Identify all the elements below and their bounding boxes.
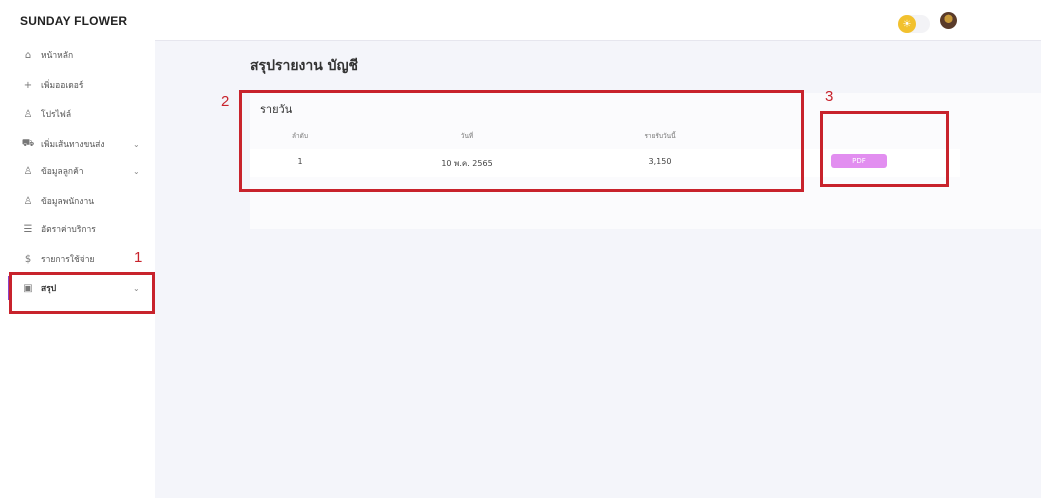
sidebar-item-add-order[interactable]: + เพิ่มออเดอร์	[0, 72, 155, 98]
sidebar-item-service-rates[interactable]: ☰ อัตราค่าบริการ	[0, 216, 155, 242]
annotation-box-2	[239, 90, 804, 192]
brand-logo: SUNDAY FLOWER	[20, 14, 128, 28]
sidebar-item-label: ข้อมูลลูกค้า	[41, 167, 84, 177]
annotation-box-1	[9, 272, 155, 314]
sidebar-item-label: โปรไฟล์	[41, 110, 72, 120]
annotation-box-3	[820, 111, 949, 187]
users-icon: ♙	[23, 165, 33, 177]
sidebar-item-home[interactable]: ⌂ หน้าหลัก	[0, 42, 155, 68]
chevron-down-icon: ⌄	[133, 139, 140, 149]
sidebar-item-label: หน้าหลัก	[41, 51, 74, 61]
annotation-number-1: 1	[134, 249, 143, 266]
top-bar: ☀	[155, 0, 1041, 41]
sidebar-item-label: เพิ่มออเดอร์	[41, 81, 84, 91]
sidebar: SUNDAY FLOWER ⌂ หน้าหลัก + เพิ่มออเดอร์ …	[0, 0, 155, 498]
truck-icon: ⛟	[21, 137, 35, 149]
sun-icon: ☀	[898, 15, 916, 33]
user-icon: ♙	[23, 108, 33, 120]
plus-icon: +	[23, 79, 33, 91]
annotation-number-3: 3	[825, 88, 834, 105]
annotation-number-2: 2	[221, 93, 230, 110]
sidebar-item-label: อัตราค่าบริการ	[41, 225, 96, 235]
sidebar-item-label: เพิ่มเส้นทางขนส่ง	[41, 140, 105, 150]
sidebar-item-expenses[interactable]: $ รายการใช้จ่าย	[0, 246, 155, 272]
staff-icon: ♙	[23, 195, 33, 207]
dollar-icon: $	[24, 253, 32, 265]
theme-toggle[interactable]: ☀	[898, 15, 930, 33]
sidebar-item-add-route[interactable]: ⛟ เพิ่มเส้นทางขนส่ง ⌄	[0, 131, 155, 157]
sidebar-item-label: ข้อมูลพนักงาน	[41, 197, 95, 207]
avatar[interactable]	[940, 12, 957, 29]
chevron-down-icon: ⌄	[133, 166, 140, 176]
sidebar-item-customers[interactable]: ♙ ข้อมูลลูกค้า ⌄	[0, 158, 155, 184]
list-icon: ☰	[23, 223, 33, 235]
sidebar-item-label: รายการใช้จ่าย	[41, 255, 95, 265]
sidebar-item-profile[interactable]: ♙ โปรไฟล์	[0, 101, 155, 127]
page-title: สรุปรายงาน บัญชี	[250, 58, 358, 74]
sidebar-item-staff[interactable]: ♙ ข้อมูลพนักงาน	[0, 188, 155, 214]
home-icon: ⌂	[24, 49, 32, 61]
